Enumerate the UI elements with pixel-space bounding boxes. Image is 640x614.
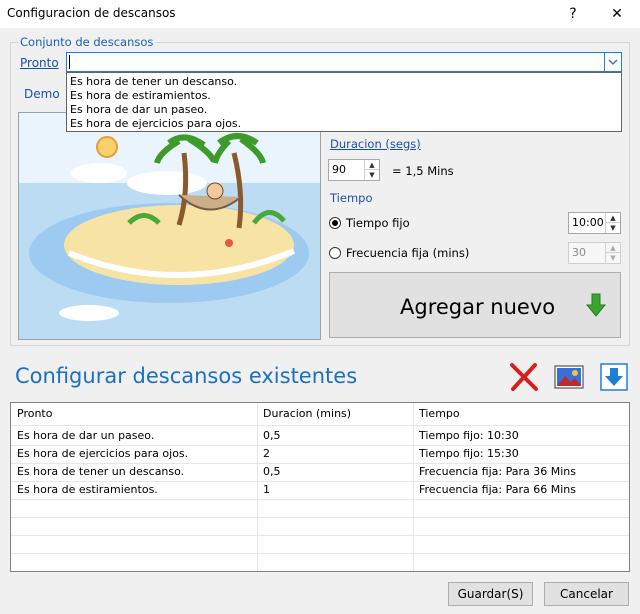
table-cell[interactable]: Es hora de dar un paseo. <box>11 427 257 445</box>
column-header-duration[interactable]: Duracion (mins) <box>257 405 413 423</box>
spin-down-icon[interactable]: ▼ <box>365 170 379 180</box>
spin-down-icon[interactable]: ▼ <box>606 223 620 233</box>
tiempo-label: Tiempo <box>330 191 373 205</box>
existing-section-title: Configurar descansos existentes <box>15 364 358 388</box>
table-cell[interactable]: Es hora de tener un descanso. <box>11 463 257 481</box>
delete-icon[interactable] <box>508 362 540 392</box>
stepper-buttons: ▲ ▼ <box>605 213 620 233</box>
fixed-time-value: 10:00 <box>572 216 604 229</box>
stepper-buttons: ▲ ▼ <box>364 160 379 180</box>
frequency-stepper[interactable]: 30 ▲ ▼ <box>568 242 621 264</box>
pronto-combo[interactable] <box>66 52 622 72</box>
spin-up-icon[interactable]: ▲ <box>606 243 620 253</box>
table-cell[interactable]: 2 <box>257 445 413 463</box>
dropdown-option[interactable]: Es hora de ejercicios para ojos. <box>67 117 621 131</box>
row-divider <box>11 553 629 554</box>
table-cell[interactable]: Es hora de estiramientos. <box>11 481 257 499</box>
table-cell[interactable]: Es hora de ejercicios para ojos. <box>11 445 257 463</box>
table-cell[interactable]: 0,5 <box>257 463 413 481</box>
picture-icon[interactable] <box>554 364 584 390</box>
row-divider <box>11 517 629 518</box>
pronto-label: Pronto <box>20 56 59 70</box>
fixed-frequency-label: Frecuencia fija (mins) <box>346 246 470 260</box>
spin-up-icon[interactable]: ▲ <box>365 160 379 170</box>
table-cell[interactable]: 0,5 <box>257 427 413 445</box>
column-header-pronto[interactable]: Pronto <box>11 405 257 423</box>
help-button[interactable]: ? <box>553 2 593 26</box>
dropdown-option[interactable]: Es hora de estiramientos. <box>67 89 621 103</box>
table-cell[interactable]: Frecuencia fija: Para 66 Mins <box>413 481 629 499</box>
row-divider <box>11 535 629 536</box>
pronto-dropdown-list: Es hora de tener un descanso. Es hora de… <box>66 72 622 132</box>
table-cell[interactable]: Tiempo fijo: 10:30 <box>413 427 629 445</box>
duration-stepper[interactable]: 90 ▲ ▼ <box>328 159 380 181</box>
duration-label: Duracion (segs) <box>330 137 421 151</box>
group-legend: Conjunto de descansos <box>18 35 156 49</box>
text-caret <box>69 55 70 69</box>
window-title: Configuracion de descansos <box>7 6 176 20</box>
frequency-value: 30 <box>572 246 586 259</box>
row-divider <box>11 499 629 500</box>
fixed-time-label: Tiempo fijo <box>346 216 410 230</box>
chevron-down-icon[interactable] <box>604 53 621 71</box>
cancel-button[interactable]: Cancelar <box>544 582 629 606</box>
table-cell[interactable]: 1 <box>257 481 413 499</box>
breaks-table[interactable]: Pronto Duracion (mins) Tiempo Es hora de… <box>10 402 630 572</box>
demo-label: Demo <box>24 87 60 101</box>
title-bar: Configuracion de descansos ? ✕ <box>0 0 640 28</box>
dropdown-option[interactable]: Es hora de dar un paseo. <box>67 103 621 117</box>
fixed-frequency-radio[interactable] <box>329 247 341 259</box>
spin-down-icon[interactable]: ▼ <box>606 253 620 263</box>
dropdown-option[interactable]: Es hora de tener un descanso. <box>67 75 621 89</box>
move-down-icon[interactable] <box>600 363 628 391</box>
add-new-button[interactable]: Agregar nuevo <box>329 272 621 338</box>
add-new-label: Agregar nuevo <box>400 295 556 319</box>
down-arrow-icon <box>586 293 606 317</box>
fixed-time-stepper[interactable]: 10:00 ▲ ▼ <box>568 212 621 234</box>
break-illustration <box>18 112 321 340</box>
duration-minutes: = 1,5 Mins <box>392 164 454 178</box>
header-divider <box>11 425 629 426</box>
save-button[interactable]: Guardar(S) <box>448 582 533 606</box>
close-button[interactable]: ✕ <box>597 2 637 26</box>
table-cell[interactable]: Frecuencia fija: Para 36 Mins <box>413 463 629 481</box>
table-cell[interactable]: Tiempo fijo: 15:30 <box>413 445 629 463</box>
column-header-time[interactable]: Tiempo <box>413 405 629 423</box>
fixed-time-radio[interactable] <box>329 217 341 229</box>
duration-value: 90 <box>332 163 346 176</box>
spin-up-icon[interactable]: ▲ <box>606 213 620 223</box>
stepper-buttons: ▲ ▼ <box>605 243 620 263</box>
